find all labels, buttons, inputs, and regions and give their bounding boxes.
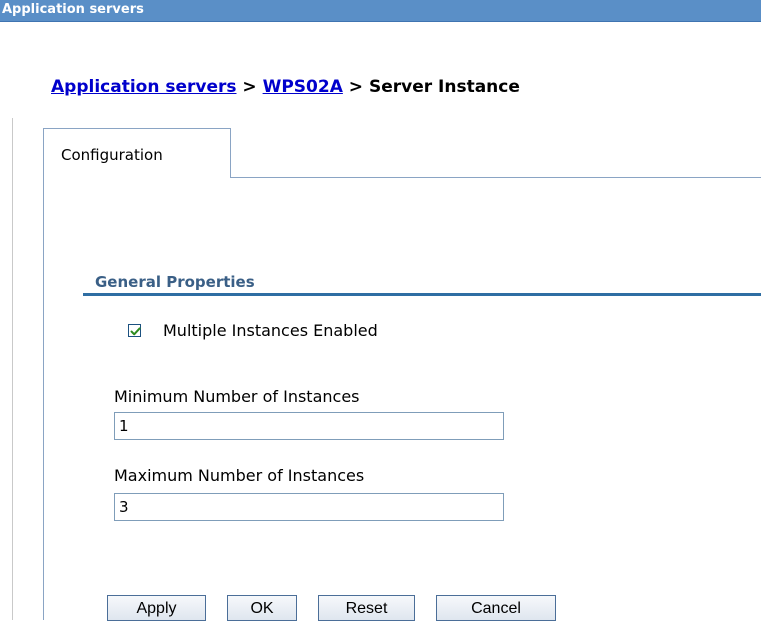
window-title: Application servers — [2, 2, 144, 17]
min-instances-input[interactable] — [114, 412, 504, 440]
window-title-bar: Application servers — [0, 0, 761, 22]
panel-left-border — [43, 178, 44, 620]
breadcrumb-separator: > — [342, 77, 369, 97]
multiple-instances-checkbox[interactable] — [128, 323, 141, 337]
reset-button[interactable]: Reset — [318, 595, 415, 621]
breadcrumb-separator: > — [236, 77, 263, 97]
breadcrumb-link-server[interactable]: WPS02A — [263, 77, 343, 97]
min-instances-label: Minimum Number of Instances — [114, 387, 360, 406]
tab-configuration-label: Configuration — [61, 146, 163, 164]
multiple-instances-label: Multiple Instances Enabled — [163, 320, 378, 340]
tab-strip-baseline — [231, 177, 761, 178]
left-divider — [12, 118, 13, 620]
multiple-instances-row: Multiple Instances Enabled — [128, 320, 378, 340]
checkmark-icon — [130, 326, 141, 335]
tab-configuration[interactable]: Configuration — [43, 128, 231, 178]
ok-button[interactable]: OK — [227, 595, 297, 621]
section-heading-general-properties: General Properties — [95, 273, 255, 291]
apply-button[interactable]: Apply — [107, 595, 206, 621]
breadcrumb: Application servers > WPS02A > Server In… — [51, 76, 520, 98]
breadcrumb-link-application-servers[interactable]: Application servers — [51, 77, 237, 97]
section-divider — [83, 293, 761, 296]
breadcrumb-current-page: Server Instance — [368, 77, 520, 97]
max-instances-label: Maximum Number of Instances — [114, 466, 365, 485]
cancel-button[interactable]: Cancel — [436, 595, 556, 621]
max-instances-input[interactable] — [114, 493, 504, 521]
